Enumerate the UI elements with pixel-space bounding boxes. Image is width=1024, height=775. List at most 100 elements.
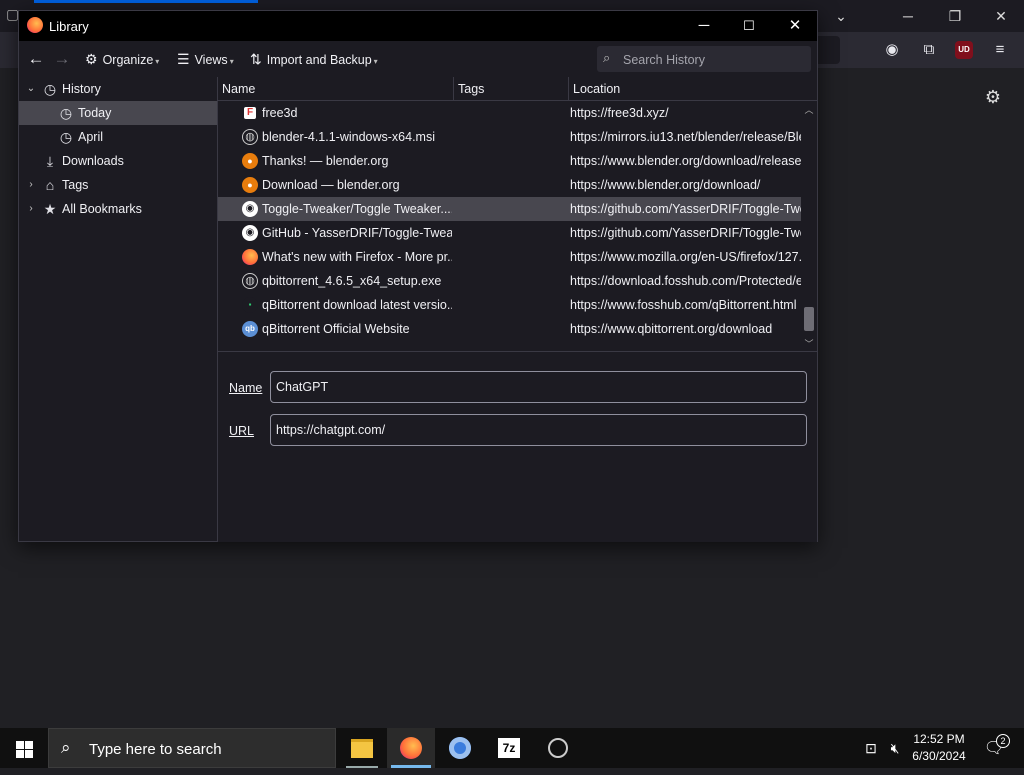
tree-item-tags[interactable]: › ⌂ Tags [19,173,217,197]
import-export-icon: ⇅ [250,51,262,67]
forward-button[interactable]: → [51,48,73,70]
browser-restore-icon[interactable]: ❐ [940,6,970,26]
table-row[interactable]: ◉ Toggle-Tweaker/Toggle Tweaker.... http… [218,197,801,221]
chevron-right-icon[interactable]: › [24,173,38,197]
windows-logo-icon [16,750,24,758]
tree-item-downloads[interactable]: ⤓ Downloads [19,149,217,173]
extensions-icon[interactable]: ⧉ [917,38,941,62]
tree-item-today[interactable]: ◷ Today [19,101,217,125]
free3d-icon: F [244,107,256,119]
tree-item-history[interactable]: ⌄ ◷ History [19,77,217,101]
scroll-down-icon[interactable]: ﹀ [801,337,817,350]
chevron-down-icon: ▾ [373,57,378,66]
scrollbar-thumb[interactable] [804,307,814,331]
tree-item-label: April [78,130,104,144]
scroll-up-icon[interactable]: ︿ [801,103,817,116]
browser-minimize-icon[interactable]: ─ [893,6,923,26]
network-icon[interactable]: ⊡ [860,728,882,768]
url-input[interactable] [271,415,806,445]
row-name: blender-4.1.1-windows-x64.msi [262,130,435,144]
tree-item-all-bookmarks[interactable]: › ★ All Bookmarks [19,197,217,221]
search-history-input[interactable] [621,49,805,71]
library-titlebar: Library ─ ☐ ✕ [19,11,817,41]
notification-count-badge: 2 [996,734,1010,748]
firefox-icon [400,737,422,759]
github-icon: ◉ [242,225,258,241]
row-name: Thanks! — blender.org [262,154,389,168]
table-row[interactable]: ◉ GitHub - YasserDRIF/Toggle-Twea... htt… [218,221,801,245]
gear-icon: ⚙ [85,51,98,67]
list-all-tabs-icon[interactable]: ⌄ [826,6,856,26]
github-icon: ◉ [242,201,258,217]
taskbar-search-text: Type here to search [89,741,222,758]
back-button[interactable]: ← [25,48,47,70]
clock-time: 12:52 PM [913,732,965,746]
clock-icon: ◷ [59,129,73,145]
browser-close-icon[interactable]: ✕ [986,6,1016,26]
globe-icon: ◍ [242,273,258,289]
history-list: Name Tags Location F free3d https://free… [218,77,817,351]
name-input[interactable] [271,372,806,402]
list-scrollbar[interactable]: ︿ ﹀ [801,101,817,351]
chevron-right-icon[interactable]: › [24,197,38,221]
views-label: Views [194,53,228,67]
volume-muted-icon[interactable]: 🔇︎ [884,728,906,768]
chevron-down-icon: ▾ [155,57,160,66]
taskbar-search[interactable]: ⌕ Type here to search [48,728,336,768]
name-field[interactable] [270,371,807,403]
minimize-button[interactable]: ─ [681,11,727,41]
start-button[interactable] [0,728,48,768]
settings-gear-icon[interactable]: ⚙ [982,86,1004,108]
account-icon[interactable]: ◉ [880,38,904,62]
search-history-box[interactable]: ⌕ [597,46,811,72]
table-row[interactable]: ▪ qBittorrent download latest versio... … [218,293,801,317]
table-row[interactable]: qb qBittorrent Official Website https://… [218,317,801,341]
obs-icon [548,738,568,758]
row-location: https://mirrors.iu13.net/blender/release… [570,130,801,144]
chevron-down-icon: ▾ [229,57,234,66]
menu-icon[interactable]: ≡ [988,38,1012,62]
views-menu[interactable]: ☰ Views ▾ [177,50,234,68]
obs-taskbar-button[interactable] [534,728,582,768]
file-explorer-button[interactable] [338,728,386,768]
tree-item-april[interactable]: ◷ April [19,125,217,149]
notification-center-icon[interactable]: 🗨︎ 2 [980,728,1010,768]
row-name: qBittorrent download latest versio... [262,298,452,312]
firefox-taskbar-button[interactable] [387,728,435,768]
table-row[interactable]: F free3d https://free3d.xyz/ [218,101,801,125]
table-row[interactable]: ● Download — blender.org https://www.ble… [218,173,801,197]
table-row[interactable]: ◍ blender-4.1.1-windows-x64.msi https://… [218,125,801,149]
7zip-taskbar-button[interactable]: 7z [485,728,533,768]
import-backup-menu[interactable]: ⇅ Import and Backup ▾ [250,50,378,68]
row-location: https://www.fosshub.com/qBittorrent.html [570,298,797,312]
row-location: https://github.com/YasserDRIF/Toggle-Twe… [570,202,801,216]
blender-icon: ● [242,177,258,193]
table-row[interactable]: ● Thanks! — blender.org https://www.blen… [218,149,801,173]
table-row[interactable]: ◍ qbittorrent_4.6.5_x64_setup.exe https:… [218,269,801,293]
ublock-icon[interactable]: UD [955,41,973,59]
clock-icon: ◷ [43,81,57,97]
tag-icon: ⌂ [45,177,55,193]
url-label-text: URL [229,424,255,438]
close-button[interactable]: ✕ [772,11,818,41]
clock[interactable]: 12:52 PM 6/30/2024 [904,731,974,765]
row-name: qBittorrent Official Website [262,322,410,336]
organize-menu[interactable]: ⚙ Organize ▾ [85,50,159,68]
url-field[interactable] [270,414,807,446]
url-label: URL [229,424,254,438]
row-location: https://download.fosshub.com/Protected/e [570,274,801,288]
chromium-taskbar-button[interactable] [436,728,484,768]
column-header-name[interactable]: Name [218,77,453,101]
import-backup-label: Import and Backup [266,53,372,67]
fosshub-icon: ▪ [242,297,258,313]
column-header-location[interactable]: Location [569,77,817,101]
maximize-button[interactable]: ☐ [726,11,772,41]
window-title: Library [49,19,89,34]
chevron-down-icon[interactable]: ⌄ [24,77,38,101]
firefox-logo-icon [27,17,43,33]
tree-item-label: All Bookmarks [62,202,142,216]
windows-logo-icon [25,741,33,749]
column-header-tags[interactable]: Tags [454,77,569,101]
row-location: https://www.qbittorrent.org/download [570,322,773,336]
table-row[interactable]: What's new with Firefox - More pr... htt… [218,245,801,269]
